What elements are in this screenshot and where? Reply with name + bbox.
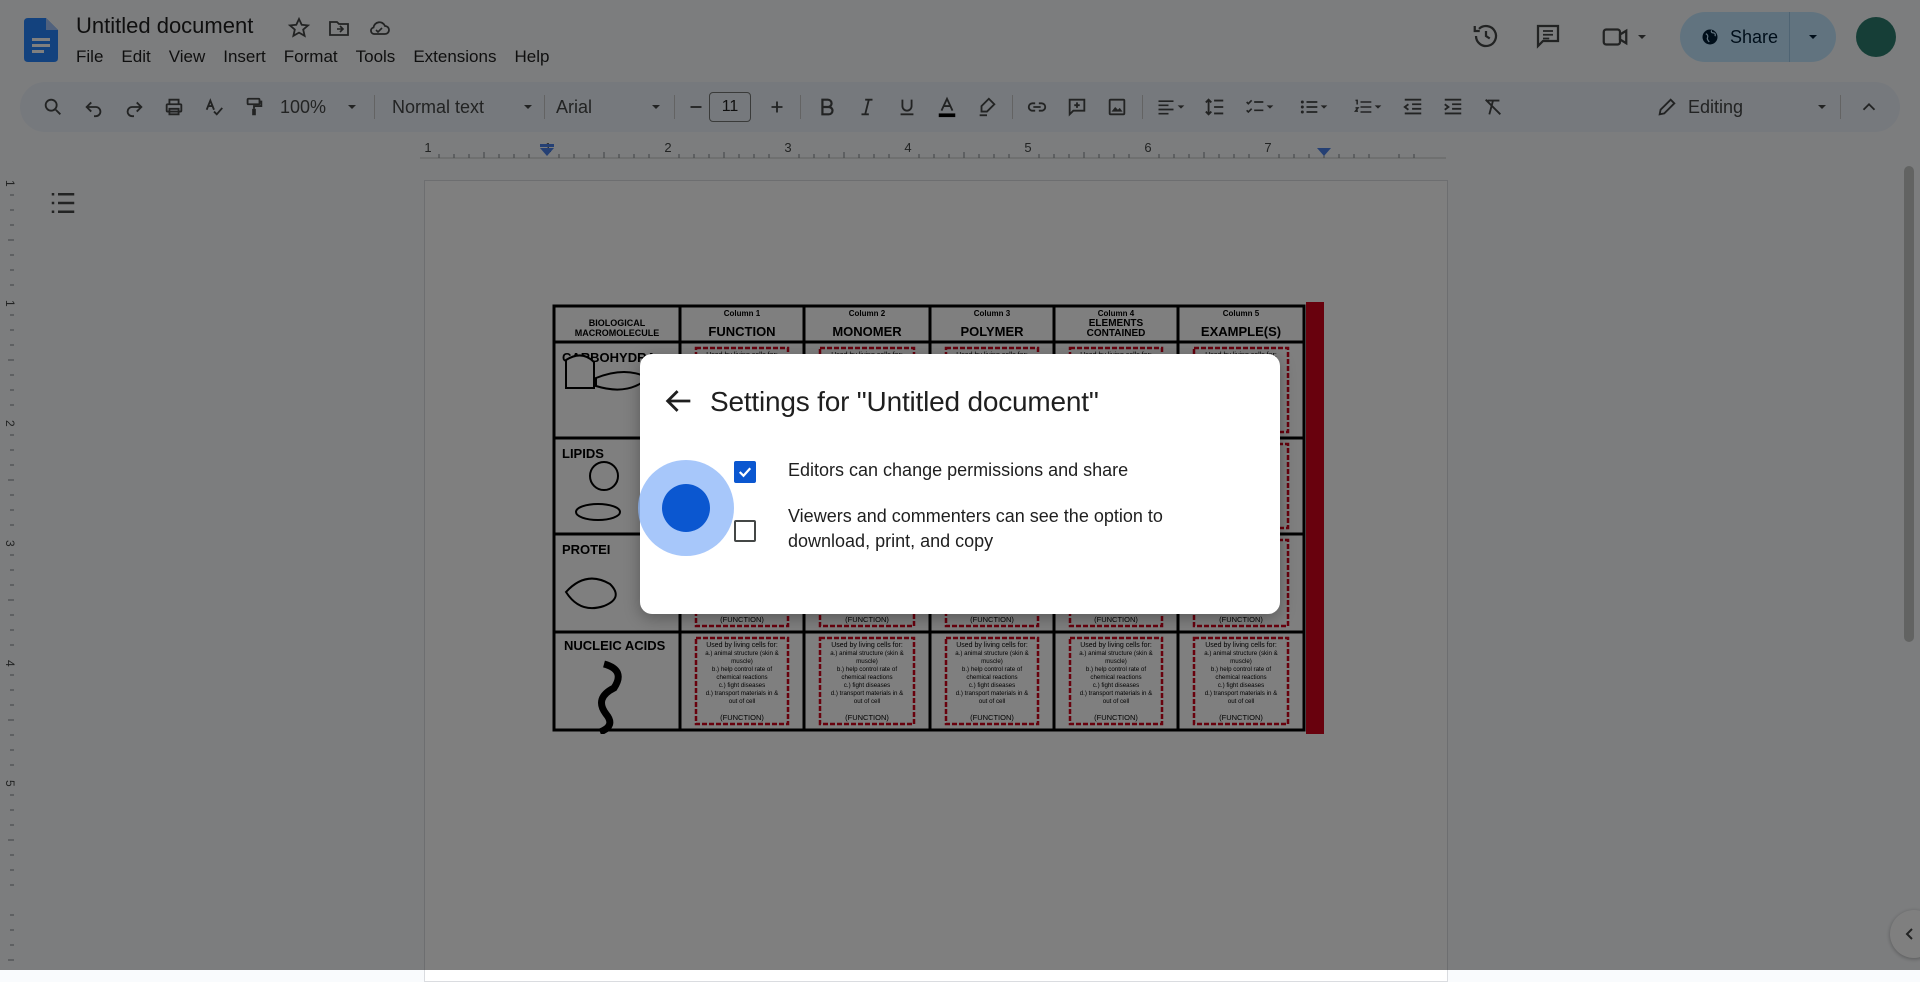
editors-permissions-label: Editors can change permissions and share <box>788 460 1129 480</box>
click-indicator-dot <box>662 484 710 532</box>
viewers-download-label-line2: download, print, and copy <box>788 531 994 551</box>
viewers-download-checkbox[interactable] <box>734 520 756 542</box>
back-arrow-icon[interactable] <box>662 384 696 418</box>
editors-permissions-checkbox[interactable] <box>734 461 756 483</box>
checkmark-icon <box>738 467 752 478</box>
viewers-download-label: Viewers and commenters can see the optio… <box>788 504 1208 554</box>
settings-dialog: Settings for "Untitled document" <box>640 354 1280 614</box>
viewers-download-label-line1: Viewers and commenters can see the optio… <box>788 506 1163 526</box>
dialog-title: Settings for "Untitled document" <box>710 386 1099 417</box>
